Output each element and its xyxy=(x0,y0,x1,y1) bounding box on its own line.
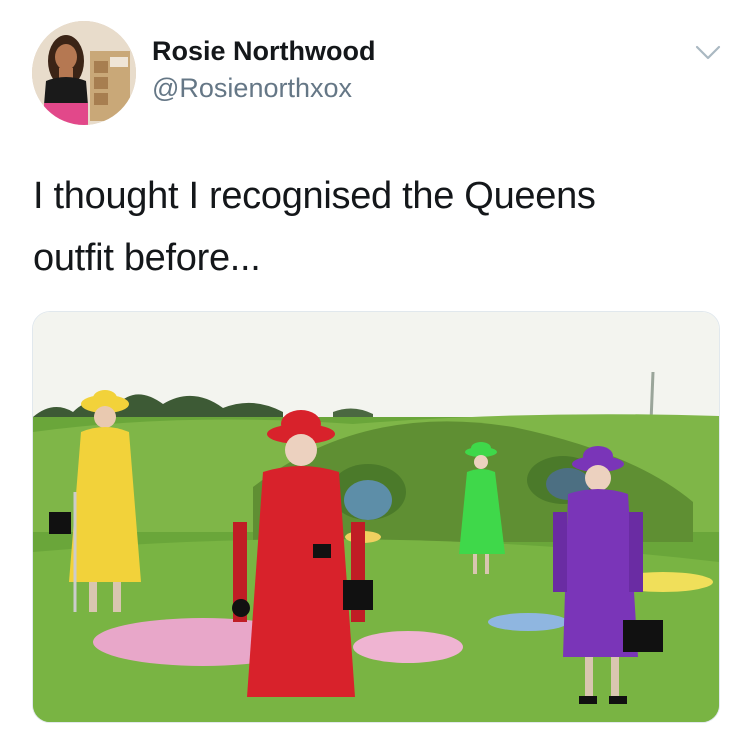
avatar-photo xyxy=(32,21,136,125)
avatar[interactable] xyxy=(32,21,136,125)
photo-scene xyxy=(33,312,719,722)
tweet-media-photo[interactable] xyxy=(32,311,720,723)
author-handle[interactable]: @Rosienorthxox xyxy=(152,73,352,104)
tweet-card: Rosie Northwood @Rosienorthxox I thought… xyxy=(0,0,750,738)
tweet-text-line: I thought I recognised the Queens xyxy=(33,175,596,217)
tweet-text-line: outfit before... xyxy=(33,237,261,279)
tweet-text: I thought I recognised the Queens outfit… xyxy=(33,165,723,289)
author-name[interactable]: Rosie Northwood xyxy=(152,36,376,67)
chevron-down-icon[interactable] xyxy=(694,40,722,64)
